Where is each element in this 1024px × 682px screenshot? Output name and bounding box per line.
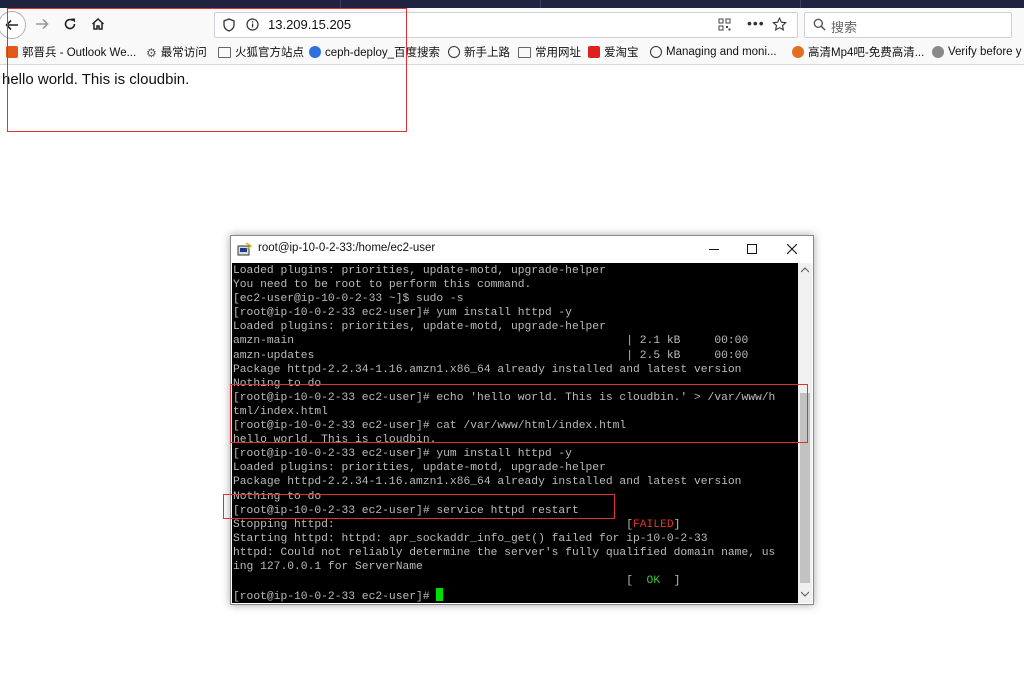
bookmark-item[interactable]: 爱淘宝 — [588, 43, 639, 61]
terminal-line: [ — [233, 575, 647, 588]
terminal-cursor — [436, 588, 444, 602]
qr-code-icon[interactable] — [718, 18, 731, 31]
terminal-line: Package httpd-2.2.34-1.16.amzn1.x86_64 a… — [233, 363, 742, 376]
bookmark-star-icon[interactable] — [772, 17, 787, 32]
putty-titlebar[interactable]: root@ip-10-0-2-33:/home/ec2-user — [231, 236, 813, 262]
annotation-box — [7, 8, 407, 132]
folder-icon — [518, 46, 531, 58]
tab-divider — [800, 0, 801, 8]
minimize-button[interactable] — [694, 236, 734, 262]
bookmark-item[interactable]: Managing and moni... — [650, 43, 777, 61]
scroll-down-arrow-icon[interactable] — [801, 591, 809, 597]
terminal-line: Package httpd-2.2.34-1.16.amzn1.x86_64 a… — [233, 476, 742, 489]
maximize-button[interactable] — [732, 236, 772, 262]
terminal-line: ] — [673, 575, 681, 588]
terminal-line: You need to be root to perform this comm… — [233, 279, 532, 292]
terminal-line: amzn-main | 2.1 kB 00:00 — [233, 335, 749, 348]
terminal-line: Loaded plugins: priorities, update-motd,… — [233, 321, 606, 334]
scroll-up-arrow-icon[interactable] — [801, 267, 809, 273]
terminal-line: amzn-updates | 2.5 kB 00:00 — [233, 349, 749, 362]
play-icon — [792, 46, 804, 58]
bookmark-label: Managing and moni... — [666, 46, 777, 58]
close-icon — [787, 244, 797, 254]
maximize-icon — [747, 244, 757, 254]
annotation-box — [223, 494, 615, 519]
bookmark-item[interactable]: Verify before y — [932, 43, 1022, 61]
taobao-icon — [588, 46, 600, 58]
terminal-line: Loaded plugins: priorities, update-motd,… — [233, 265, 606, 277]
putty-title: root@ip-10-0-2-33:/home/ec2-user — [258, 242, 436, 254]
bookmark-label: 爱淘宝 — [604, 47, 639, 59]
failed-status: FAILED — [632, 518, 674, 531]
bookmark-label: 新手上路 — [464, 47, 510, 59]
annotation-box — [230, 384, 808, 443]
terminal-prompt: [root@ip-10-0-2-33 ec2-user]# — [233, 591, 437, 603]
globe-icon — [448, 46, 460, 58]
page-actions-menu-icon[interactable]: ••• — [747, 15, 765, 31]
terminal-line: [root@ip-10-0-2-33 ec2-user]# yum instal… — [233, 307, 572, 320]
terminal-line: Stopping httpd: [ — [233, 518, 633, 531]
bookmark-item[interactable]: 常用网址 — [518, 43, 581, 61]
bookmark-label: 常用网址 — [535, 47, 581, 59]
tab-divider — [540, 0, 541, 8]
bookmark-item[interactable]: 高清Mp4吧-免费高清... — [792, 43, 924, 61]
close-button[interactable] — [772, 236, 812, 262]
terminal-line: httpd: Could not reliably determine the … — [233, 546, 776, 559]
bug-icon — [932, 46, 944, 58]
window-top-strip — [0, 0, 1024, 8]
globe-icon — [650, 46, 662, 58]
search-box[interactable]: 搜索 — [804, 12, 1012, 38]
minimize-icon — [709, 249, 719, 250]
bookmark-label: Verify before y — [948, 46, 1022, 58]
terminal-line: [root@ip-10-0-2-33 ec2-user]# yum instal… — [233, 448, 572, 461]
terminal-line: Starting httpd: httpd: apr_sockaddr_info… — [233, 532, 708, 545]
terminal-line: Loaded plugins: priorities, update-motd,… — [233, 462, 606, 475]
bookmark-label: 高清Mp4吧-免费高清... — [808, 47, 925, 59]
terminal-line: [ec2-user@ip-10-0-2-33 ~]$ sudo -s — [233, 293, 464, 306]
terminal-line: ing 127.0.0.1 for ServerName — [233, 560, 423, 573]
ok-status: OK — [646, 575, 661, 588]
search-placeholder[interactable]: 搜索 — [831, 17, 857, 36]
putty-app-icon — [237, 242, 253, 256]
bookmark-item[interactable]: 新手上路 — [448, 43, 510, 61]
tab-divider — [340, 0, 341, 8]
terminal-line: ] — [673, 518, 681, 531]
search-icon — [813, 18, 826, 31]
